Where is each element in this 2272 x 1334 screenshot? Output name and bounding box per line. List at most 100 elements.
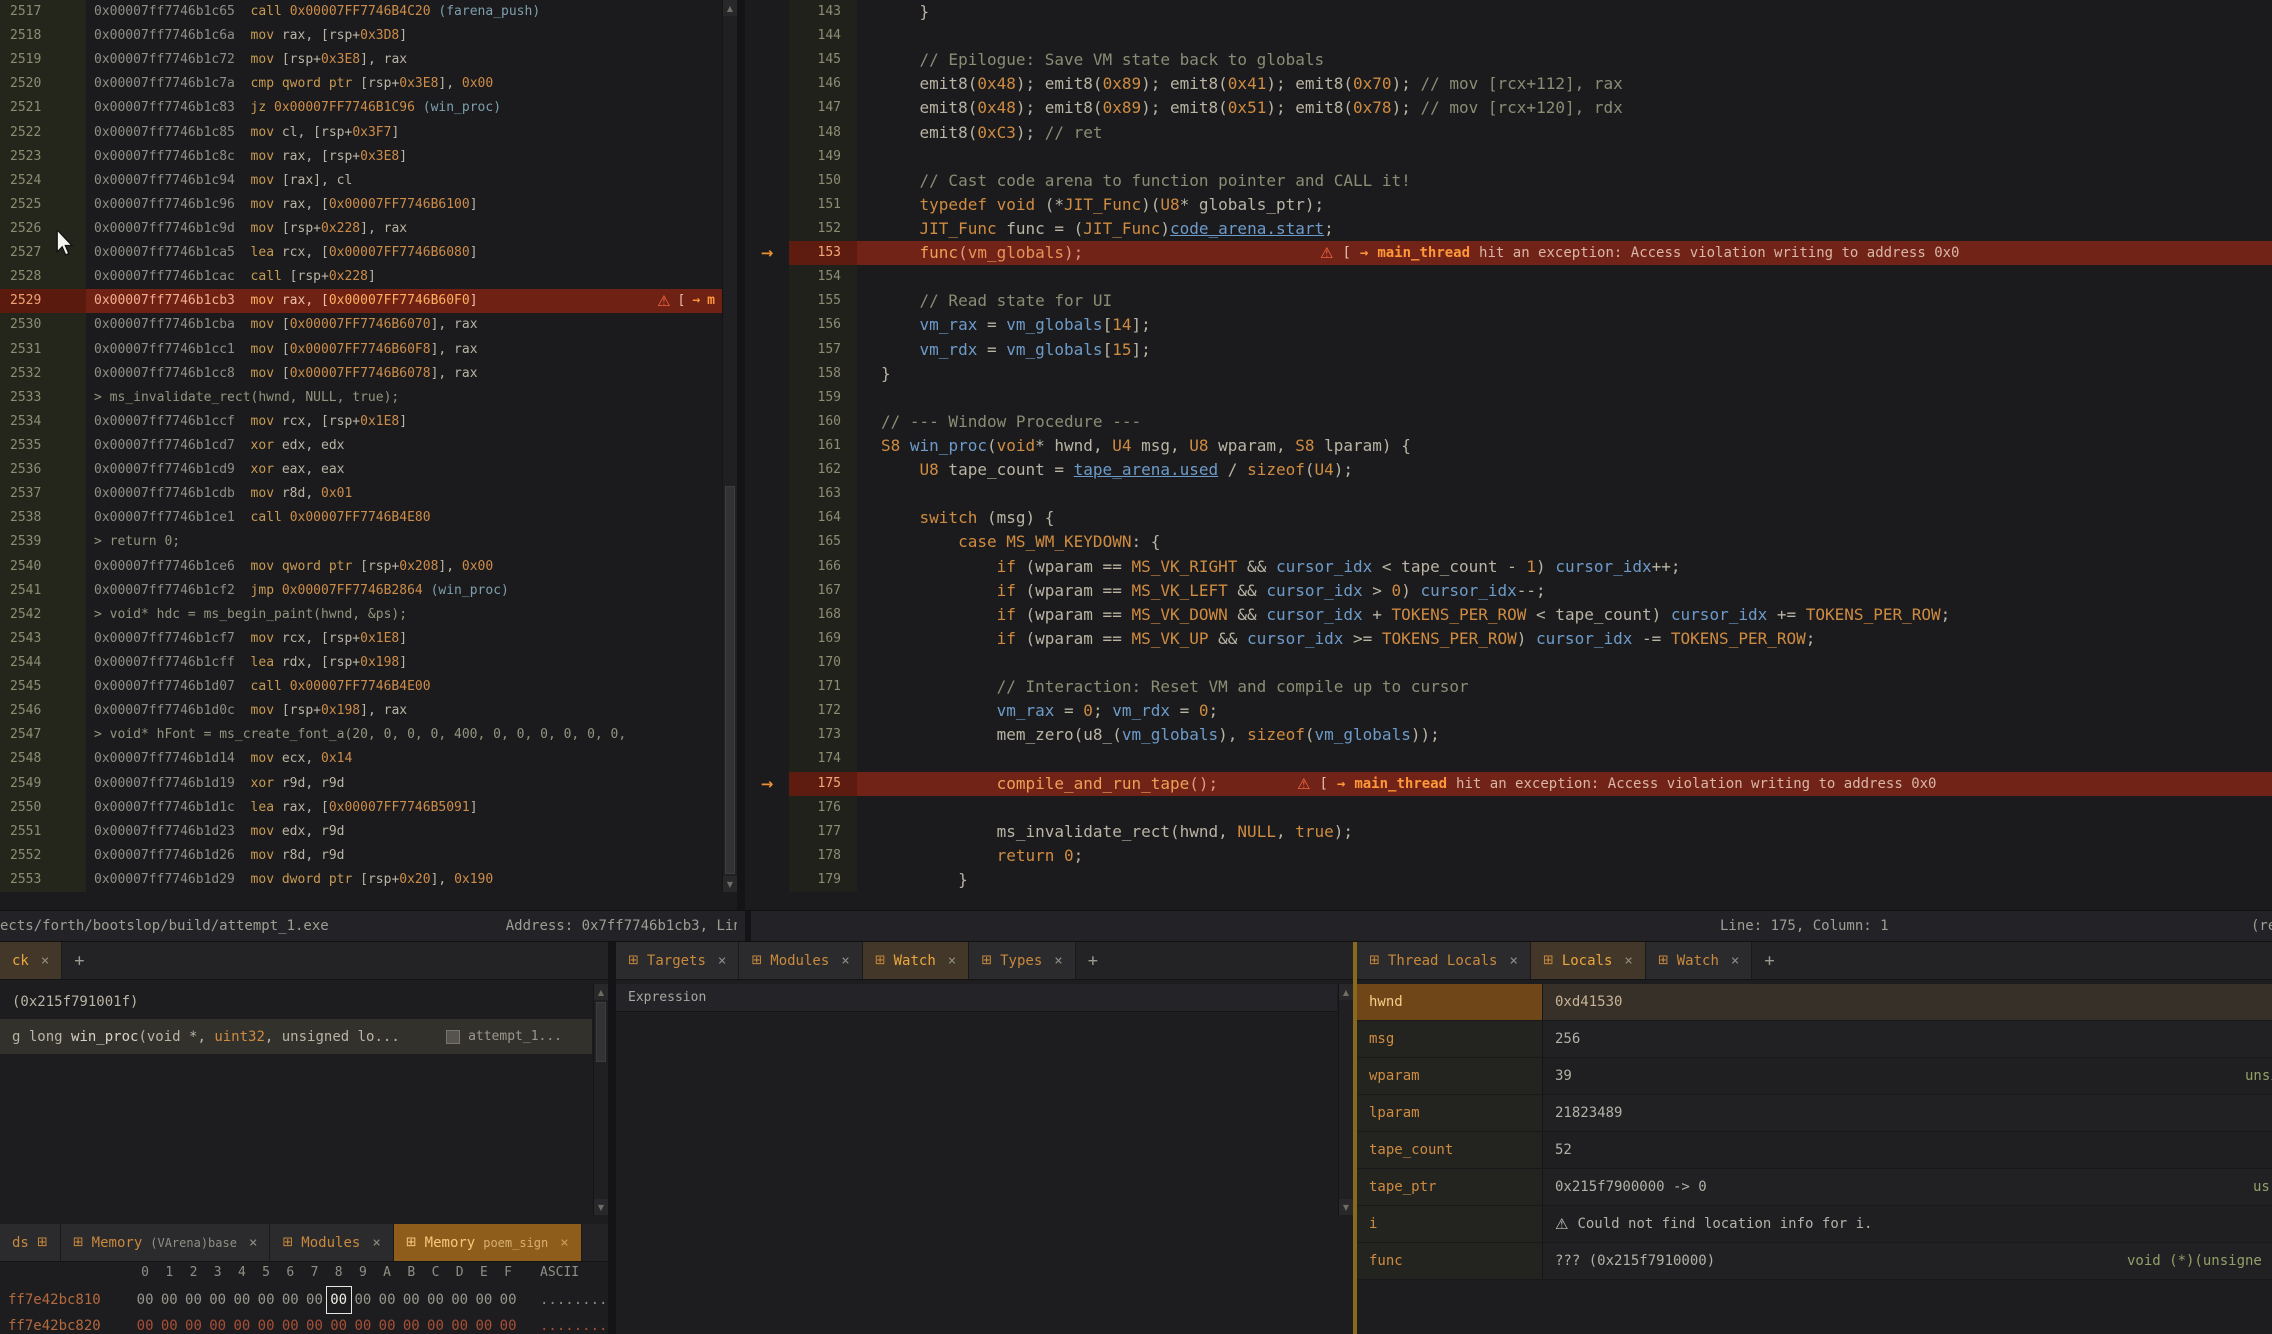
memory-tab-ds[interactable]: ds⊞ [0,1224,61,1261]
scrollbar-thumb[interactable] [596,1002,606,1062]
locals-row[interactable]: tape_count52 [1357,1132,2272,1169]
disasm-row[interactable]: 25500x00007ff7746b1d1c lea rax, [0x00007… [0,796,737,820]
disasm-row[interactable]: 2539> return 0; [0,530,737,554]
memory-tab-memory[interactable]: ⊞Memorypoem_sign× [394,1224,582,1261]
source-row[interactable]: →178 return 0; [745,844,2272,868]
memory-byte[interactable]: 00 [327,1287,351,1313]
scroll-down-arrow[interactable]: ▼ [1339,1199,1353,1215]
memory-byte[interactable]: 00 [351,1287,375,1313]
watch-tab-watch[interactable]: ⊞Watch× [863,942,970,979]
scroll-up-arrow[interactable]: ▲ [723,0,737,16]
watch-tab-targets[interactable]: ⊞Targets× [616,942,739,979]
disasm-row[interactable]: 25340x00007ff7746b1ccf mov rcx, [rsp+0x1… [0,410,737,434]
disasm-row[interactable]: 25430x00007ff7746b1cf7 mov rcx, [rsp+0x1… [0,627,737,651]
disasm-row[interactable]: 2542> void* hdc = ms_begin_paint(hwnd, &… [0,603,737,627]
source-row[interactable]: →157 vm_rdx = vm_globals[15]; [745,338,2272,362]
memory-byte[interactable]: 00 [496,1313,520,1334]
memory-byte[interactable]: 00 [181,1287,205,1313]
source-row[interactable]: →147 emit8(0x48); emit8(0x89); emit8(0x5… [745,96,2272,120]
disasm-row[interactable]: 25320x00007ff7746b1cc8 mov [0x00007FF774… [0,362,737,386]
locals-row[interactable]: hwnd0xd41530 [1357,984,2272,1021]
tab-close-icon[interactable]: × [249,1235,257,1251]
watch-tab-types[interactable]: ⊞Types× [969,942,1076,979]
memory-byte[interactable]: 00 [375,1287,399,1313]
source-row[interactable]: →168 if (wparam == MS_VK_DOWN && cursor_… [745,603,2272,627]
locals-row[interactable]: wparam39unsi [1357,1058,2272,1095]
source-row[interactable]: →165 case MS_WM_KEYDOWN: { [745,530,2272,554]
disasm-row[interactable]: 25450x00007ff7746b1d07 call 0x00007FF774… [0,675,737,699]
source-row[interactable]: →148 emit8(0xC3); // ret [745,121,2272,145]
new-tab-button[interactable]: + [1076,942,1110,979]
disasm-row[interactable]: 25250x00007ff7746b1c96 mov rax, [0x00007… [0,193,737,217]
source-row[interactable]: →144 [745,24,2272,48]
source-row[interactable]: →152 JIT_Func func = (JIT_Func)code_aren… [745,217,2272,241]
tab-close-icon[interactable]: × [718,953,726,969]
watch-scrollbar[interactable]: ▲ ▼ [1338,984,1353,1215]
disasm-row[interactable]: 25280x00007ff7746b1cac call [rsp+0x228] [0,265,737,289]
disasm-row[interactable]: 25220x00007ff7746b1c85 mov cl, [rsp+0x3F… [0,121,737,145]
locals-tab-locals[interactable]: ⊞Locals× [1531,942,1646,979]
tab-close-icon[interactable]: × [841,953,849,969]
source-row[interactable]: →173 mem_zero(u8_(vm_globals), sizeof(vm… [745,723,2272,747]
stack-frame-row[interactable]: (0x215f791001f) [0,984,592,1019]
new-tab-button[interactable]: + [62,942,96,979]
memory-byte[interactable]: 00 [351,1313,375,1334]
disasm-row[interactable]: 25400x00007ff7746b1ce6 mov qword ptr [rs… [0,555,737,579]
source-row[interactable]: →179 } [745,868,2272,892]
disasm-row[interactable]: 2547> void* hFont = ms_create_font_a(20,… [0,723,737,747]
scroll-up-arrow[interactable]: ▲ [594,984,608,1000]
tab-close-icon[interactable]: × [1624,953,1632,969]
memory-byte[interactable]: 00 [496,1287,520,1313]
scroll-down-arrow[interactable]: ▼ [723,876,737,892]
locals-row[interactable]: tape_ptr0x215f7900000 -> 0us [1357,1169,2272,1206]
memory-byte[interactable]: 00 [302,1287,326,1313]
source-row[interactable]: →161S8 win_proc(void* hwnd, U4 msg, U8 w… [745,434,2272,458]
source-row[interactable]: →159 [745,386,2272,410]
tab-close-icon[interactable]: × [560,1235,568,1251]
memory-byte[interactable]: 00 [133,1313,157,1334]
memory-byte[interactable]: 00 [375,1313,399,1334]
tab-close-icon[interactable]: × [1054,953,1062,969]
source-row[interactable]: →158} [745,362,2272,386]
stack-tab-ck[interactable]: ck× [0,942,62,979]
memory-tab-modules[interactable]: ⊞Modules× [270,1224,393,1261]
memory-byte[interactable]: 00 [206,1313,230,1334]
disasm-row[interactable]: 25480x00007ff7746b1d14 mov ecx, 0x14 [0,747,737,771]
locals-row[interactable]: lparam21823489 [1357,1095,2272,1132]
new-tab-button[interactable]: + [1752,942,1786,979]
source-row[interactable]: →163 [745,482,2272,506]
tab-close-icon[interactable]: × [1509,953,1517,969]
memory-byte[interactable]: 00 [302,1313,326,1334]
scrollbar-thumb[interactable] [725,486,735,874]
disasm-row[interactable]: 25260x00007ff7746b1c9d mov [rsp+0x228], … [0,217,737,241]
memory-byte[interactable]: 00 [254,1287,278,1313]
locals-row[interactable]: i⚠Could not find location info for i. [1357,1206,2272,1243]
disasm-row[interactable]: 25270x00007ff7746b1ca5 lea rcx, [0x00007… [0,241,737,265]
memory-byte[interactable]: 00 [278,1313,302,1334]
memory-byte[interactable]: 00 [206,1287,230,1313]
source-row[interactable]: →151 typedef void (*JIT_Func)(U8* global… [745,193,2272,217]
source-row[interactable]: →154 [745,265,2272,289]
memory-byte[interactable]: 00 [448,1313,472,1334]
source-row[interactable]: →166 if (wparam == MS_VK_RIGHT && cursor… [745,555,2272,579]
source-row[interactable]: →171 // Interaction: Reset VM and compil… [745,675,2272,699]
memory-byte[interactable]: 00 [133,1287,157,1313]
source-row[interactable]: →146 emit8(0x48); emit8(0x89); emit8(0x4… [745,72,2272,96]
disasm-row[interactable]: 25530x00007ff7746b1d29 mov dword ptr [rs… [0,868,737,892]
memory-byte[interactable]: 00 [423,1313,447,1334]
source-row[interactable]: →169 if (wparam == MS_VK_UP && cursor_id… [745,627,2272,651]
watch-tab-modules[interactable]: ⊞Modules× [739,942,862,979]
memory-byte[interactable]: 00 [254,1313,278,1334]
disasm-row[interactable]: 25410x00007ff7746b1cf2 jmp 0x00007FF7746… [0,579,737,603]
memory-byte[interactable]: 00 [472,1313,496,1334]
disasm-row[interactable]: 25440x00007ff7746b1cff lea rdx, [rsp+0x1… [0,651,737,675]
tab-close-icon[interactable]: × [948,953,956,969]
disasm-row[interactable]: 25370x00007ff7746b1cdb mov r8d, 0x01 [0,482,737,506]
memory-byte[interactable]: 00 [423,1287,447,1313]
source-row[interactable]: →177 ms_invalidate_rect(hwnd, NULL, true… [745,820,2272,844]
disasm-row[interactable]: 25290x00007ff7746b1cb3 mov rax, [0x00007… [0,289,737,313]
source-row[interactable]: →170 [745,651,2272,675]
disasm-row[interactable]: 25210x00007ff7746b1c83 jz 0x00007FF7746B… [0,96,737,120]
disasm-row[interactable]: 25190x00007ff7746b1c72 mov [rsp+0x3E8], … [0,48,737,72]
disasm-row[interactable]: 25240x00007ff7746b1c94 mov [rax], cl [0,169,737,193]
